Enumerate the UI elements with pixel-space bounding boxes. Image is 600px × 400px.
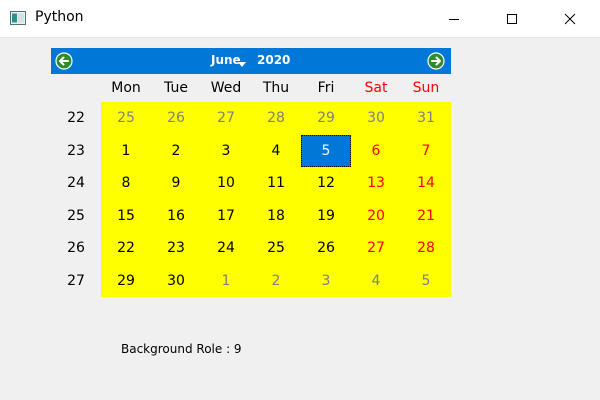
day-header-wed: Wed: [210, 80, 242, 96]
date-cell[interactable]: 29: [301, 102, 351, 134]
date-cell[interactable]: 4: [251, 135, 301, 167]
calendar-widget[interactable]: June 2020 Mon Tue Wed Thu Fri Sat Sun 22 23 24 25…: [51, 48, 451, 297]
day-header-sun: Sun: [412, 80, 440, 96]
date-cell[interactable]: 3: [201, 135, 251, 167]
week-number: 26: [67, 240, 85, 256]
date-cell[interactable]: 25: [251, 232, 301, 264]
week-number: 27: [67, 272, 85, 289]
date-cell[interactable]: 10: [201, 167, 251, 199]
date-cell[interactable]: 27: [351, 232, 401, 264]
week-number: 23: [67, 142, 85, 159]
background-role-label: Background Role : 9: [121, 342, 242, 356]
day-header-row: Mon Tue Wed Thu Fri Sat Sun: [51, 74, 451, 102]
selected-date-cell[interactable]: 5: [301, 134, 351, 167]
date-cell[interactable]: 18: [251, 200, 301, 232]
arrow-left-icon[interactable]: [55, 52, 73, 70]
date-cell[interactable]: 14: [401, 167, 451, 199]
week-number-column: 22 23 24 25 26 27: [51, 102, 101, 297]
date-cell[interactable]: 29: [101, 265, 151, 297]
window-title: Python: [35, 9, 84, 25]
week-number: 24: [67, 175, 85, 191]
day-header-tue: Tue: [164, 80, 188, 96]
day-header-fri: Fri: [317, 80, 335, 96]
close-icon: [564, 13, 576, 25]
date-cell[interactable]: 31: [401, 102, 451, 134]
date-cell[interactable]: 23: [151, 232, 201, 264]
date-cell[interactable]: 26: [151, 102, 201, 134]
day-header-mon: Mon: [111, 80, 141, 96]
date-cell[interactable]: 11: [251, 167, 301, 199]
close-button[interactable]: [547, 0, 593, 38]
chevron-down-icon: [238, 62, 246, 67]
date-cell[interactable]: 30: [151, 265, 201, 297]
calendar-navigation-bar: June 2020: [51, 48, 451, 74]
date-cell[interactable]: 1: [101, 135, 151, 167]
date-cell[interactable]: 1: [201, 265, 251, 297]
date-cell[interactable]: 2: [251, 265, 301, 297]
date-cell[interactable]: 30: [351, 102, 401, 134]
date-cell[interactable]: 9: [151, 167, 201, 199]
date-cell[interactable]: 6: [351, 135, 401, 167]
date-cell[interactable]: 21: [401, 200, 451, 232]
minimize-icon: [449, 19, 459, 20]
date-cell[interactable]: 28: [251, 102, 301, 134]
month-dropdown-button[interactable]: June: [211, 53, 241, 67]
day-header-sat: Sat: [364, 80, 388, 96]
date-cell[interactable]: 17: [201, 200, 251, 232]
date-cell[interactable]: 8: [101, 167, 151, 199]
maximize-icon: [507, 14, 517, 24]
date-cell[interactable]: 4: [351, 265, 401, 297]
week-number: 25: [67, 207, 85, 224]
date-cell[interactable]: 25: [101, 102, 151, 134]
date-cell[interactable]: 20: [351, 200, 401, 232]
date-cell[interactable]: 15: [101, 200, 151, 232]
day-header-thu: Thu: [262, 80, 290, 96]
date-cell[interactable]: 12: [301, 167, 351, 199]
date-cell[interactable]: 19: [301, 200, 351, 232]
date-cell[interactable]: 3: [301, 265, 351, 297]
date-cell[interactable]: 28: [401, 232, 451, 264]
date-cell[interactable]: 27: [201, 102, 251, 134]
date-cell[interactable]: 16: [151, 200, 201, 232]
maximize-button[interactable]: [489, 0, 535, 38]
minimize-button[interactable]: [431, 0, 477, 38]
date-cell[interactable]: 2: [151, 135, 201, 167]
date-cell[interactable]: 24: [201, 232, 251, 264]
date-cell[interactable]: 26: [301, 232, 351, 264]
date-cell[interactable]: 5: [401, 265, 451, 297]
title-bar: Python: [0, 0, 600, 38]
week-number: 22: [67, 110, 85, 126]
date-cell[interactable]: 7: [401, 135, 451, 167]
arrow-right-icon[interactable]: [427, 52, 445, 70]
date-cell[interactable]: 13: [351, 167, 401, 199]
date-grid[interactable]: 25 26 27 28 29 30 31 1 2 3 4 5 6 7 8 9 10 11 12 13 14 15 16 17 1…: [101, 102, 451, 297]
app-window-icon: [10, 11, 26, 25]
year-button[interactable]: 2020: [257, 53, 290, 67]
date-cell[interactable]: 22: [101, 232, 151, 264]
